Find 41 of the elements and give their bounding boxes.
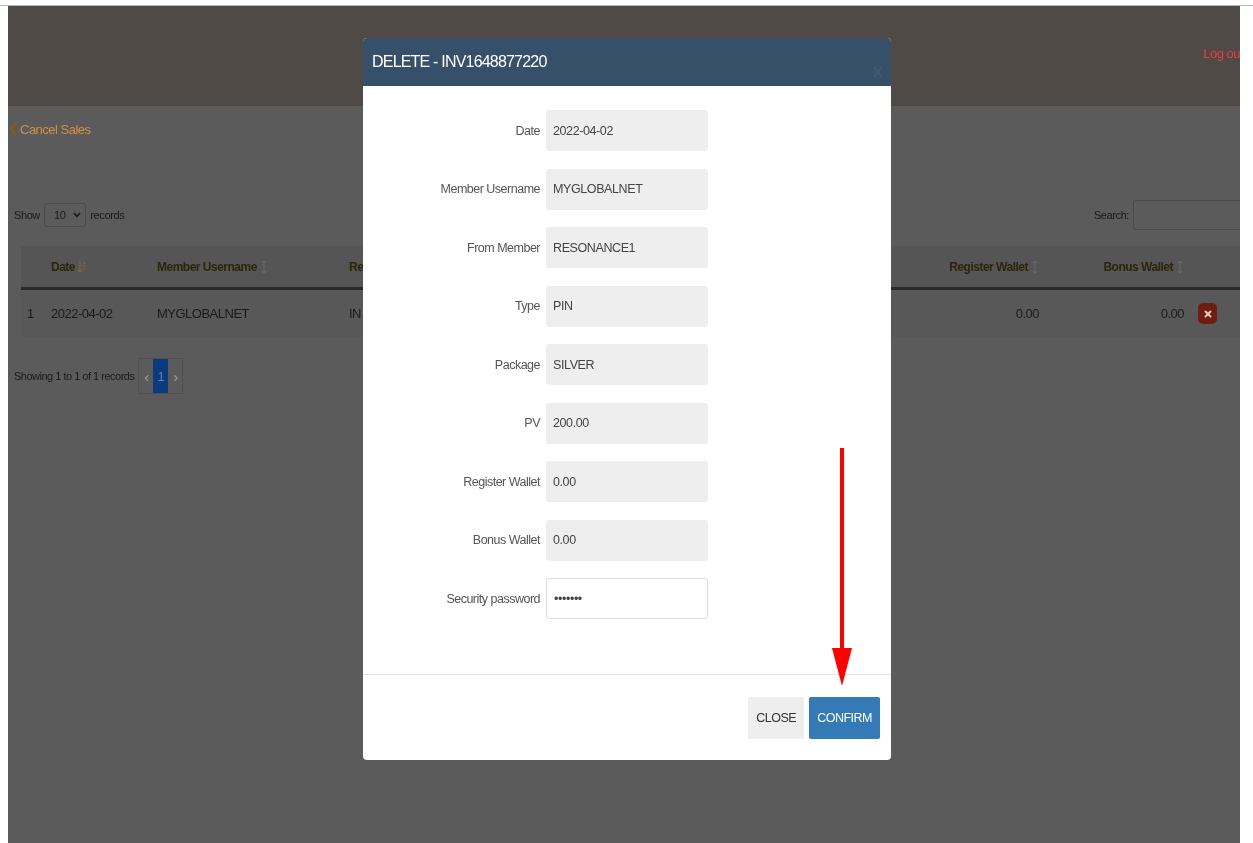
field-label: Member Username (439, 182, 540, 196)
readonly-field[interactable]: RESONANCE1 (546, 227, 708, 268)
field-label: PV (523, 416, 540, 430)
search-field[interactable] (1133, 200, 1240, 230)
table-cell: 2022-04-02 (51, 306, 113, 321)
chevron-left-icon (10, 122, 17, 136)
table-cell: 0.00 (1160, 306, 1184, 321)
readonly-field[interactable]: 2022-04-02 (546, 110, 708, 151)
field-label: Security password (445, 591, 540, 606)
field-label: From Member (466, 240, 540, 255)
readonly-field[interactable]: PIN (546, 285, 708, 327)
pagination-info: Showing 1 to 1 of 1 records (14, 370, 135, 382)
readonly-field[interactable]: 200.00 (546, 402, 708, 444)
readonly-field[interactable]: 0.00 (546, 519, 708, 561)
records-label: records (90, 209, 125, 221)
caret-icon (73, 212, 82, 218)
show-label: Show (14, 209, 40, 221)
search-label: Search: (1093, 209, 1129, 221)
page-link[interactable]: 1 (153, 359, 169, 393)
table-cell: MYGLOBALNET (157, 306, 250, 321)
close-icon (1203, 309, 1212, 318)
table-cell: IN (349, 306, 361, 321)
dialog-title: DELETE - INV1648877220 (372, 53, 547, 71)
next-page-link[interactable]: › (168, 359, 183, 393)
readonly-field[interactable]: MYGLOBALNET (546, 168, 708, 210)
delete-button[interactable] (1198, 303, 1217, 324)
field-label: Bonus Wallet (471, 533, 540, 547)
previous-page-link[interactable]: ‹ (139, 359, 154, 393)
field-label: Package (493, 357, 540, 372)
close-button[interactable]: CLOSE (748, 696, 805, 739)
readonly-field[interactable]: SILVER (546, 344, 708, 385)
back-link[interactable]: Cancel Sales (10, 121, 91, 137)
confirm-button[interactable]: CONFIRM (809, 696, 880, 739)
password-field[interactable]: ••••••• (546, 578, 708, 619)
field-label: Date (514, 123, 540, 138)
row-number: 1 (27, 306, 34, 321)
page-size-select[interactable]: 10 (43, 203, 87, 227)
table-cell: 0.00 (1015, 306, 1039, 321)
readonly-field[interactable]: 0.00 (546, 461, 708, 502)
field-label: Register Wallet (462, 474, 540, 489)
field-label: Type (513, 299, 540, 313)
